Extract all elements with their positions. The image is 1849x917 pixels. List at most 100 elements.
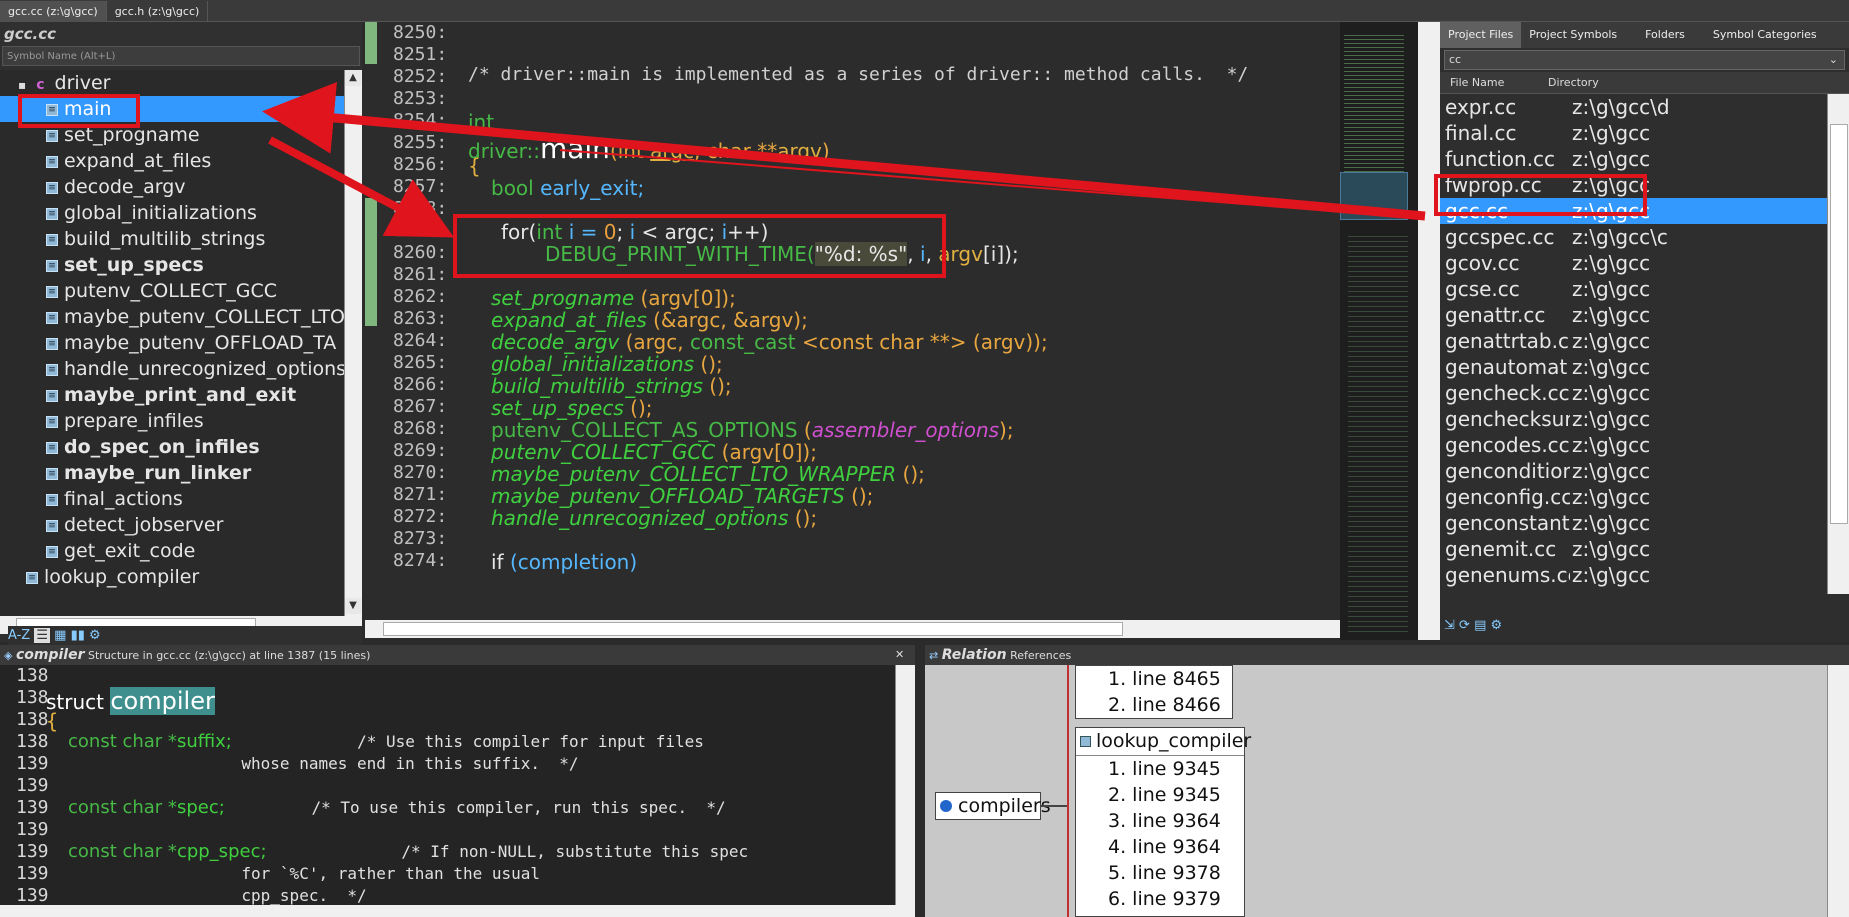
- editor-horizontal-scrollbar[interactable]: [365, 620, 1340, 638]
- context-code-line: whose names end in this suffix. */: [68, 753, 578, 774]
- file-row[interactable]: gencondition z:\g\gcc: [1440, 458, 1827, 484]
- relation-ref-item[interactable]: 6. line 9379: [1076, 886, 1244, 912]
- tree-item-method[interactable]: ≡ expand_at_files: [0, 148, 344, 174]
- method-icon: ≡: [46, 155, 58, 168]
- line-number: 8257:: [393, 176, 448, 197]
- file-row[interactable]: genautomat z:\g\gcc: [1440, 354, 1827, 380]
- settings-gear-icon[interactable]: ⚙: [89, 628, 101, 643]
- scroll-down-icon[interactable]: ▼: [345, 598, 361, 614]
- file-row[interactable]: final.cc z:\g\gcc: [1440, 120, 1827, 146]
- relation-ref-item[interactable]: 1. line 9345: [1076, 756, 1244, 782]
- tree-item-method[interactable]: ≡ build_multilib_strings: [0, 226, 344, 252]
- tree-item-method[interactable]: ≡ maybe_run_linker: [0, 460, 344, 486]
- line-number: 8266:: [393, 374, 448, 395]
- tab-project-files[interactable]: Project Files: [1440, 22, 1522, 48]
- tree-item-method[interactable]: ≡ set_progname: [0, 122, 344, 148]
- context-horizontal-scrollbar[interactable]: [0, 905, 915, 917]
- open-file-icon[interactable]: ⇲: [1444, 618, 1455, 633]
- list-view-icon[interactable]: ☰: [34, 628, 51, 643]
- relation-ref-group[interactable]: lookup_compiler 1. line 9345 2. line 9345…: [1075, 727, 1251, 917]
- file-name: genenums.cc: [1445, 563, 1570, 587]
- scroll-thumb[interactable]: [383, 622, 1123, 636]
- minimap-scrollbar[interactable]: [1418, 22, 1440, 640]
- minimap-viewport[interactable]: [1340, 172, 1408, 220]
- file-row[interactable]: gencodes.cc z:\g\gcc: [1440, 432, 1827, 458]
- file-name: genautomat: [1445, 355, 1568, 379]
- tree-class-driver[interactable]: ▪ c driver: [0, 70, 344, 96]
- relation-ref-group[interactable]: 1. line 8465 2. line 8466: [1075, 665, 1233, 719]
- context-code[interactable]: 138 138 struct compiler 138{138 const char *…: [0, 665, 895, 905]
- tree-item-method[interactable]: ≡ set_up_specs: [0, 252, 344, 278]
- file-row[interactable]: genchecksur z:\g\gcc: [1440, 406, 1827, 432]
- source-editor[interactable]: 8250: 8251: 8252: 8253: 8254: 8255: 8256: 8257:…: [365, 22, 1340, 638]
- tree-item-label: decode_argv: [64, 176, 186, 198]
- category-view-icon[interactable]: ▦: [54, 628, 66, 643]
- file-directory: z:\g\gcc: [1572, 485, 1651, 509]
- relation-ref-item[interactable]: 1. line 8465: [1076, 666, 1232, 692]
- symbol-search-input[interactable]: Symbol Name (Alt+L): [2, 46, 360, 66]
- sort-az-icon[interactable]: A-Z: [8, 628, 30, 643]
- code-minimap[interactable]: [1340, 22, 1440, 640]
- symbol-vertical-scrollbar[interactable]: ▲ ▼: [344, 70, 362, 616]
- tree-item-method[interactable]: ≡ maybe_putenv_OFFLOAD_TA: [0, 330, 344, 356]
- tab-gcc-h[interactable]: gcc.h (z:\g\gcc): [107, 1, 209, 23]
- tree-item-method[interactable]: ≡ prepare_infiles: [0, 408, 344, 434]
- tab-folders[interactable]: Folders: [1625, 22, 1693, 48]
- sync-icon[interactable]: ⟳: [1459, 618, 1470, 633]
- tree-item-method[interactable]: ≡ do_spec_on_infiles: [0, 434, 344, 460]
- tree-item-method[interactable]: ≡ maybe_putenv_COLLECT_LTO: [0, 304, 344, 330]
- context-scrollbar[interactable]: [895, 665, 915, 917]
- column-directory[interactable]: Directory: [1548, 72, 1599, 94]
- relation-ref-item[interactable]: 2. line 8466: [1076, 692, 1232, 718]
- file-row[interactable]: gcse.cc z:\g\gcc: [1440, 276, 1827, 302]
- tab-symbol-categories[interactable]: Symbol Categories: [1693, 22, 1825, 48]
- close-icon[interactable]: ✕: [895, 645, 904, 665]
- scroll-thumb[interactable]: [1830, 124, 1848, 524]
- line-number: 8269:: [393, 440, 448, 461]
- tree-item-method[interactable]: ≡ maybe_print_and_exit: [0, 382, 344, 408]
- collapse-icon[interactable]: ▪: [18, 78, 26, 92]
- method-icon: ≡: [46, 337, 58, 350]
- tree-item-method[interactable]: ≡ global_initializations: [0, 200, 344, 226]
- file-row[interactable]: gcov.cc z:\g\gcc: [1440, 250, 1827, 276]
- tree-item-method[interactable]: ≡ decode_argv: [0, 174, 344, 200]
- relation-group-header[interactable]: lookup_compiler: [1076, 728, 1251, 756]
- scroll-up-icon[interactable]: ▲: [345, 70, 361, 86]
- tree-item-method[interactable]: ≡ final_actions: [0, 486, 344, 512]
- project-window: Project Files Project Symbols Folders Symbo…: [1434, 22, 1849, 642]
- file-list-scrollbar[interactable]: [1827, 94, 1849, 594]
- relation-ref-item[interactable]: 2. line 9345: [1076, 782, 1244, 808]
- relation-root-node[interactable]: compilers: [935, 792, 1051, 820]
- tree-item-method[interactable]: ≡ handle_unrecognized_options: [0, 356, 344, 382]
- tree-item-lookup-compiler[interactable]: ≡ lookup_compiler: [0, 564, 344, 590]
- tree-item-method[interactable]: ≡ putenv_COLLECT_GCC: [0, 278, 344, 304]
- file-row[interactable]: genconstant z:\g\gcc: [1440, 510, 1827, 536]
- tab-project-symbols[interactable]: Project Symbols: [1521, 22, 1625, 48]
- file-row[interactable]: function.cc z:\g\gcc: [1440, 146, 1827, 172]
- relation-icon: ⇄: [929, 649, 939, 662]
- line-number: 8263:: [393, 308, 448, 329]
- chevron-down-icon[interactable]: ⌄: [1829, 51, 1838, 69]
- relation-scrollbar[interactable]: [1827, 665, 1849, 917]
- file-row[interactable]: gencheck.cc z:\g\gcc: [1440, 380, 1827, 406]
- tree-item-method[interactable]: ≡ get_exit_code: [0, 538, 344, 564]
- column-file-name[interactable]: File Name: [1450, 72, 1504, 94]
- book-icon[interactable]: ▮▮: [71, 628, 85, 643]
- tab-gcc-cc[interactable]: gcc.cc (z:\g\gcc): [0, 1, 107, 23]
- relation-ref-item[interactable]: 4. line 9364: [1076, 834, 1244, 860]
- file-row[interactable]: genenums.cc z:\g\gcc: [1440, 562, 1827, 588]
- settings-gear-icon[interactable]: ⚙: [1491, 618, 1503, 633]
- relation-ref-item[interactable]: 3. line 9364: [1076, 808, 1244, 834]
- relation-group-title: lookup_compiler: [1096, 730, 1252, 752]
- file-row[interactable]: genemit.cc z:\g\gcc: [1440, 536, 1827, 562]
- file-filter-input[interactable]: cc ⌄: [1444, 50, 1845, 70]
- tree-item-method[interactable]: ≡ main: [0, 96, 344, 122]
- file-row[interactable]: genattr.cc z:\g\gcc: [1440, 302, 1827, 328]
- tree-item-method[interactable]: ≡ detect_jobserver: [0, 512, 344, 538]
- file-row[interactable]: genattrtab.c z:\g\gcc: [1440, 328, 1827, 354]
- file-row[interactable]: gccspec.cc z:\g\gcc\c: [1440, 224, 1827, 250]
- table-icon[interactable]: ▤: [1474, 618, 1486, 633]
- file-row[interactable]: genconfig.cc z:\g\gcc: [1440, 484, 1827, 510]
- relation-ref-item[interactable]: 5. line 9378: [1076, 860, 1244, 886]
- file-row[interactable]: expr.cc z:\g\gcc\d: [1440, 94, 1827, 120]
